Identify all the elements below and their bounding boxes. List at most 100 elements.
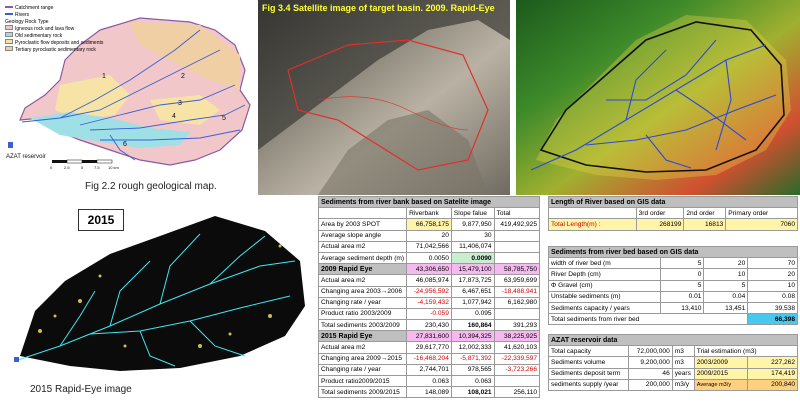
row-label: Product ratio 2003/2009 [317,307,408,321]
table-row: 2015 Rapid Eye 27,831,600 10,394,325 38,225… [317,330,541,343]
table-row: Changing rate / year 2,744,701 978,565 -3,7… [317,363,541,377]
cell: 174,419 [747,367,798,380]
cell: 43,306,650 [406,263,452,276]
cell: m3 [671,356,695,369]
cell: 256,110 [493,386,541,399]
row-label: Total sediments from river bed [547,313,749,326]
table-row: Actual area m2 46,085,974 17,873,725 63,959… [317,274,541,287]
row-label: Total sediments 2003/2009 [317,319,408,332]
row-label: River Depth (cm) [548,268,661,281]
cell: 160,864 [450,319,495,332]
rapid-eye-panel: 2015 2015 Rapid-Eye image [0,200,312,414]
table-row: Total capacity 72,000,000 m3 Trial estimati… [548,345,799,358]
cell: 38,225,925 [493,330,541,343]
river-number-2: 2 [181,73,185,80]
row-label: Product ratio2009/2015 [317,374,408,388]
column-header: Slope falue [450,207,495,220]
column-header [317,207,408,220]
cell: 6,467,651 [450,285,495,298]
satellite-image [258,0,510,195]
cell: 2,744,701 [406,363,452,377]
table-row: 2009 Rapid Eye 43,306,650 15,479,100 58,785… [317,263,541,276]
scale-bar: 0 2.5 5 7.5 10 km [50,159,120,170]
river-number-5: 5 [222,115,226,122]
gis-river-map [516,0,800,195]
cell: 268199 [635,218,685,231]
table-row: Area by 2003 SPOT 66,758,175 9,877,950 419,… [317,218,541,231]
cell: 63,959,699 [493,274,541,287]
legend-rock-igneous: Igneous rock and lava flow [15,25,75,32]
cell: 148,089 [406,386,452,399]
table-row: Product ratio 2003/2009 -0.059 0.095 [317,307,541,321]
cell: 71,042,566 [406,240,452,253]
row-label: Changing area 2009→2015 [317,352,408,365]
cell: m3 [671,345,695,358]
cell: 30 [450,229,495,242]
cell: 41,620,103 [493,341,541,354]
scale-tick: 7.5 [94,165,100,170]
cell: 200,000 [627,378,673,391]
cell: 0.063 [450,374,495,388]
satellite-image-panel: Fig 3.4 Satellite image of target basin.… [258,0,510,195]
cell: 0.063 [406,374,452,388]
cell: 0.01 [659,290,705,303]
river-length-table-wrap: Length of River based on GIS data 3rd or… [548,195,798,231]
table-row: Sediments deposit term 46 years 2009/2015 17… [548,367,798,380]
cell: 0.0090 [450,251,495,265]
azat-reservoir-table: AZAT reservoir data Total capacity 72,000… [548,333,799,391]
cell: 0.0050 [406,251,452,265]
row-label: width of river bed (m [548,257,661,270]
rapid-eye-image [14,216,305,371]
table-row: Sediments capacity / years 13,410 13,451 39… [548,301,798,315]
river-length-table: Length of River based on GIS data 3rd or… [548,195,798,231]
cell: 9,200,000 [627,356,673,369]
cell: 27,831,600 [406,330,452,343]
cell: 10 [703,268,749,281]
column-header: Total [493,207,541,220]
table-row: Unstable sediments (m) 0.01 0.04 0.08 [548,290,798,303]
river-length-title: Length of River based on GIS data [548,195,798,209]
scale-tick: 5 [81,165,84,170]
rapid-eye-caption: 2015 Rapid-Eye image [30,384,132,395]
satellite-table-title: Sediments from river bank based on Satel… [318,195,540,209]
azat-table-wrap: AZAT reservoir data Total capacity 72,000… [548,333,799,391]
cell: 20 [406,229,452,242]
table-row: width of river bed (m 5 20 70 [548,257,798,270]
table-row: Total sediments from river bed 66,398 [547,313,798,326]
map-legend: Catchment range Rivers Geology Rock Type… [4,4,112,53]
cell: 12,002,333 [450,341,495,354]
row-label: Average slope angle [317,229,408,242]
satellite-sediments-table-wrap: Sediments from river bank based on Satel… [317,195,541,399]
cell: years [671,367,695,380]
legend-title: Geology Rock Type [5,18,49,25]
cell: 39,538 [747,301,798,315]
river-number-3: 3 [178,100,182,107]
cell [493,229,541,242]
column-header: Primary order [725,207,798,220]
cell: 5 [659,279,705,292]
cell: 58,785,750 [493,263,541,276]
cell: 16813 [683,218,727,231]
table-row: sediments supply /year 200,000 m3/y Average… [548,378,798,391]
cell: 70 [747,257,798,270]
row-label: Changing rate / year [317,296,408,309]
river-number-4: 4 [172,113,176,120]
table-row: Average sediment depth (m) 0.0050 0.0090 [317,251,541,265]
river-bed-table-wrap: Sediments from river bed based on GIS da… [547,245,798,326]
row-label: Average sediment depth (m) [317,251,408,265]
row-label: Sediments capacity / years [548,301,661,315]
cell: -5,871,392 [450,352,495,365]
row-label: Sediments volume [548,356,629,369]
cell: 978,565 [450,363,495,377]
legend-catchment: Catchment range [15,4,54,11]
cell: 5 [703,279,749,292]
river-bed-title: Sediments from river bed based on GIS da… [548,245,798,259]
row-label: Actual area m2 [317,341,408,354]
cell: 10,394,325 [450,330,495,343]
cell: 9,877,950 [450,218,495,231]
column-header: Riverbank [406,207,452,220]
cell: -4,159,432 [406,296,452,309]
row-label: sediments supply /year [548,378,629,391]
cell: 227,262 [747,356,798,369]
legend-rock-pyroclastic: Pyroclastic flow deposits and sediments [15,39,104,46]
